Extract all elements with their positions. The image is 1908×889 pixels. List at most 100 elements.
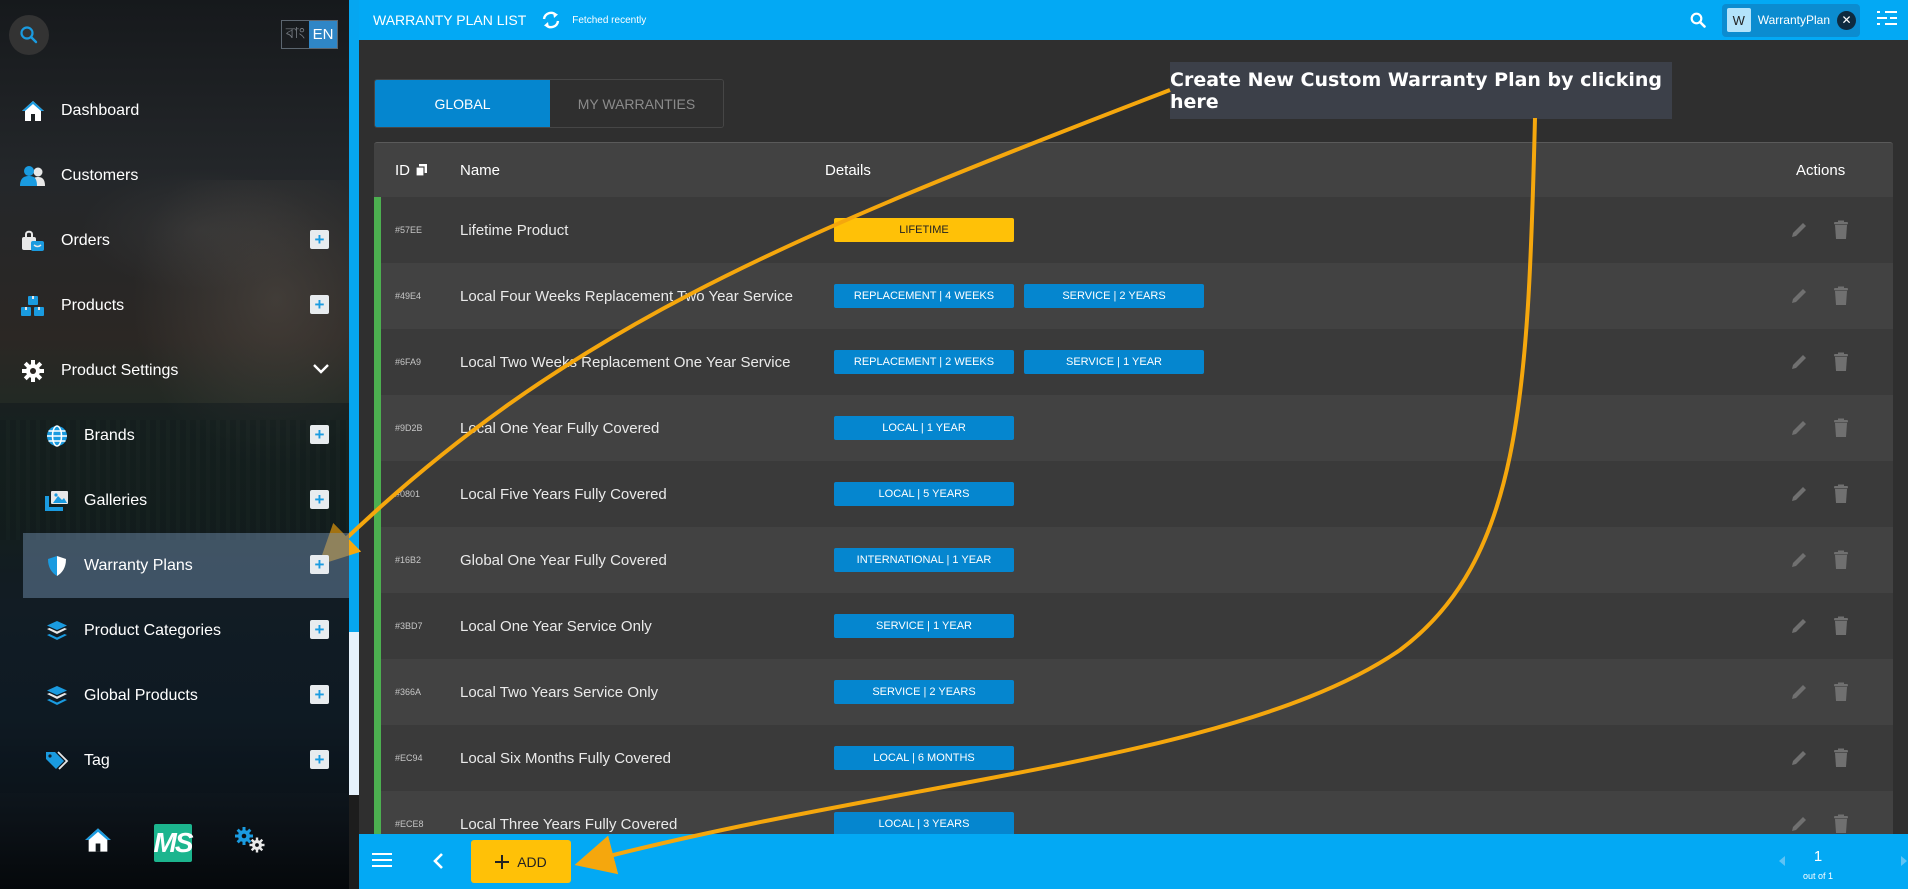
page-title: WARRANTY PLAN LIST — [373, 12, 527, 28]
chevron-down-icon[interactable] — [311, 358, 331, 383]
copy-icon[interactable] — [416, 164, 427, 176]
row-id: #9D2B — [395, 423, 423, 433]
table-row[interactable]: #49E4 Local Four Weeks Replacement Two Y… — [374, 263, 1893, 329]
table-row[interactable]: #366A Local Two Years Service Only SERVI… — [374, 659, 1893, 725]
row-id: #57EE — [395, 225, 423, 235]
next-page-button[interactable] — [1900, 854, 1908, 872]
delete-button[interactable] — [1833, 748, 1849, 768]
sidebar-item-label: Galleries — [84, 491, 148, 509]
warranty-badge: SERVICE | 1 YEAR — [834, 614, 1014, 638]
hamburger-icon — [372, 853, 392, 867]
sidebar-item-tag[interactable]: Tag + — [0, 728, 349, 793]
table-row[interactable]: #57EE Lifetime Product LIFETIME — [374, 197, 1893, 263]
edit-button[interactable] — [1789, 814, 1809, 834]
edit-button[interactable] — [1789, 352, 1809, 372]
add-global-product-button[interactable]: + — [310, 685, 329, 704]
table-row[interactable]: #ECE8 Local Three Years Fully Covered LO… — [374, 791, 1893, 834]
edit-button[interactable] — [1789, 748, 1809, 768]
add-product-button[interactable]: + — [310, 295, 329, 314]
sidebar-item-brands[interactable]: Brands + — [0, 403, 349, 468]
delete-button[interactable] — [1833, 550, 1849, 570]
prev-page-button[interactable] — [1778, 854, 1786, 872]
sidebar-item-galleries[interactable]: Galleries + — [0, 468, 349, 533]
main-content: GLOBAL MY WARRANTIES ID Name Details Act… — [359, 40, 1908, 834]
pencil-icon — [1792, 685, 1806, 699]
caret-left-icon — [1779, 856, 1785, 866]
delete-button[interactable] — [1833, 220, 1849, 240]
pencil-icon — [1792, 289, 1806, 303]
close-icon[interactable]: ✕ — [1837, 10, 1856, 30]
chip-avatar: W — [1726, 8, 1751, 32]
sidebar-item-product-categories[interactable]: Product Categories + — [0, 598, 349, 663]
sidebar-item-products[interactable]: Products + — [0, 273, 349, 338]
delete-button[interactable] — [1833, 418, 1849, 438]
delete-button[interactable] — [1833, 352, 1849, 372]
table-row[interactable]: #EC94 Local Six Months Fully Covered LOC… — [374, 725, 1893, 791]
edit-button[interactable] — [1789, 616, 1809, 636]
sidebar-search-button[interactable] — [9, 15, 49, 55]
row-name: Local Two Years Service Only — [460, 683, 659, 701]
delete-button[interactable] — [1833, 484, 1849, 504]
refresh-button[interactable] — [540, 10, 562, 30]
back-button[interactable] — [432, 852, 444, 870]
sidebar-item-customers[interactable]: Customers — [0, 143, 349, 208]
trash-icon — [1834, 352, 1848, 371]
layers-icon — [44, 683, 70, 709]
edit-button[interactable] — [1789, 418, 1809, 438]
tab-my-warranties[interactable]: MY WARRANTIES — [550, 80, 723, 127]
filter-toggle-button[interactable] — [1876, 9, 1898, 32]
table-row[interactable]: #16B2 Global One Year Fully Covered INTE… — [374, 527, 1893, 593]
app-logo[interactable]: MS — [153, 823, 194, 862]
customers-icon — [20, 163, 46, 189]
pagination: 1 out of 1 — [1728, 834, 1908, 889]
delete-button[interactable] — [1833, 814, 1849, 834]
row-actions — [1783, 418, 1893, 438]
pencil-icon — [1792, 421, 1806, 435]
filter-icon — [1877, 10, 1897, 25]
home-shortcut-button[interactable] — [84, 827, 112, 858]
add-gallery-button[interactable]: + — [310, 490, 329, 509]
sidebar-scrollbar-thumb[interactable] — [349, 0, 359, 632]
add-warranty-plan-button[interactable]: + — [310, 555, 329, 574]
add-brand-button[interactable]: + — [310, 425, 329, 444]
table-row[interactable]: #3BD7 Local One Year Service Only SERVIC… — [374, 593, 1893, 659]
sidebar-nav: Dashboard Customers Orders + Products + … — [0, 78, 349, 793]
edit-button[interactable] — [1789, 484, 1809, 504]
edit-button[interactable] — [1789, 550, 1809, 570]
row-actions — [1783, 220, 1893, 240]
add-order-button[interactable]: + — [310, 230, 329, 249]
table-row[interactable]: #0801 Local Five Years Fully Covered LOC… — [374, 461, 1893, 527]
delete-button[interactable] — [1833, 616, 1849, 636]
add-tag-button[interactable]: + — [310, 750, 329, 769]
sidebar-item-warranty-plans[interactable]: Warranty Plans + — [23, 533, 349, 598]
tab-global[interactable]: GLOBAL — [375, 80, 550, 127]
sidebar-item-global-products[interactable]: Global Products + — [0, 663, 349, 728]
delete-button[interactable] — [1833, 682, 1849, 702]
add-product-category-button[interactable]: + — [310, 620, 329, 639]
add-button[interactable]: ADD — [471, 840, 571, 883]
search-button[interactable] — [1690, 12, 1706, 28]
table-row[interactable]: #9D2B Local One Year Fully Covered LOCAL… — [374, 395, 1893, 461]
lang-bn-button[interactable]: বাং — [282, 21, 309, 48]
fetch-status: Fetched recently — [572, 14, 647, 26]
row-actions — [1783, 550, 1893, 570]
menu-button[interactable] — [372, 851, 392, 869]
chevron-left-icon — [433, 853, 443, 869]
sidebar-item-orders[interactable]: Orders + — [0, 208, 349, 273]
table-row[interactable]: #6FA9 Local Two Weeks Replacement One Ye… — [374, 329, 1893, 395]
edit-button[interactable] — [1789, 220, 1809, 240]
pencil-icon — [1792, 619, 1806, 633]
sidebar-item-dashboard[interactable]: Dashboard — [0, 78, 349, 143]
row-name: Local Five Years Fully Covered — [460, 485, 667, 503]
sidebar-item-product-settings[interactable]: Product Settings — [0, 338, 349, 403]
row-actions — [1783, 814, 1893, 834]
sidebar-item-label: Product Settings — [61, 361, 179, 379]
settings-button[interactable] — [234, 826, 266, 859]
lang-en-button[interactable]: EN — [309, 21, 337, 48]
edit-button[interactable] — [1789, 286, 1809, 306]
row-name: Local Two Weeks Replacement One Year Ser… — [460, 353, 791, 371]
edit-button[interactable] — [1789, 682, 1809, 702]
row-name: Local Three Years Fully Covered — [460, 815, 678, 833]
row-details: SERVICE | 1 YEAR — [825, 614, 1783, 638]
delete-button[interactable] — [1833, 286, 1849, 306]
